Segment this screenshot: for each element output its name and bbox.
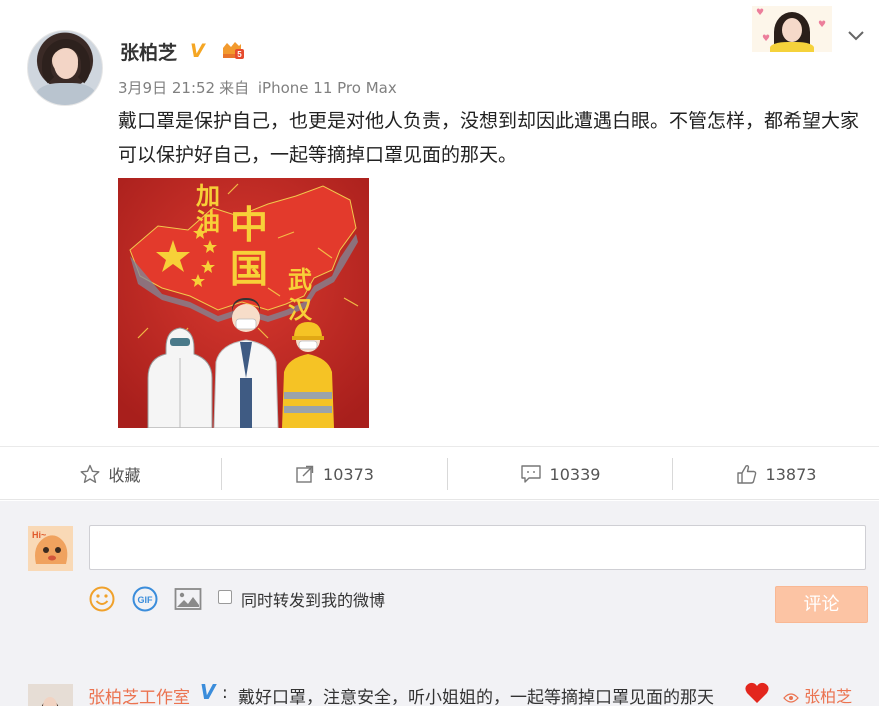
favorite-label: 收藏 xyxy=(108,466,141,485)
comment-mention-tag[interactable]: 张柏芝 xyxy=(783,683,852,706)
star-icon xyxy=(80,464,100,483)
verified-v-icon[interactable]: V xyxy=(190,40,205,62)
commenter-name[interactable]: 张柏芝工作室 xyxy=(88,683,190,706)
svg-text:5: 5 xyxy=(237,50,242,59)
comment-count: 10339 xyxy=(549,464,601,484)
author-name[interactable]: 张柏芝 xyxy=(120,38,177,65)
post-meta: 3月9日 21:52 来自 iPhone 11 Pro Max xyxy=(118,77,401,98)
thumbs-up-icon xyxy=(736,464,756,484)
heart-emoji-icon xyxy=(745,682,769,703)
verified-blue-v-icon: V xyxy=(200,680,216,704)
svg-text:汉: 汉 xyxy=(288,296,313,324)
source-prefix: 来自 xyxy=(219,79,250,97)
post-action-bar: 收藏 10373 10339 13873 xyxy=(0,446,879,500)
repost-button[interactable]: 10373 xyxy=(222,447,447,501)
weibo-post: 张柏芝 V 5 3月9日 21:52 来自 iPhone 11 Pro Max ♥… xyxy=(0,0,879,446)
emoji-icon[interactable] xyxy=(89,586,115,612)
svg-text:Hi~: Hi~ xyxy=(32,530,46,540)
like-count: 13873 xyxy=(765,464,817,484)
comment-text: 戴好口罩，注意安全，听小姐姐的，一起等摘掉口罩见面的那天 xyxy=(238,688,714,706)
comment-icon xyxy=(520,465,541,483)
author-avatar[interactable] xyxy=(27,30,103,106)
forward-checkbox[interactable] xyxy=(218,590,232,604)
poster-text-jiayou-1: 加 xyxy=(196,182,220,210)
like-button[interactable]: 13873 xyxy=(673,447,879,501)
svg-text:油: 油 xyxy=(196,208,220,236)
corner-profile-image[interactable]: ♥ ♥ ♥ xyxy=(752,6,832,52)
repost-icon xyxy=(296,465,314,483)
favorite-button[interactable]: 收藏 xyxy=(0,447,221,501)
post-text: 戴口罩是保护自己，也更是对他人负责，没想到却因此遭遇白眼。不管怎样，都希望大家可… xyxy=(118,110,860,166)
chevron-down-icon[interactable] xyxy=(846,25,866,45)
post-source: iPhone 11 Pro Max xyxy=(257,79,397,97)
comment-item: 张柏芝工作室 V : 戴好口罩，注意安全，听小姐姐的，一起等摘掉口罩见面的那天 … xyxy=(0,672,879,706)
my-avatar[interactable]: Hi~ xyxy=(28,526,73,571)
svg-text:中: 中 xyxy=(230,203,268,247)
svg-text:国: 国 xyxy=(230,247,268,291)
forward-label[interactable]: 同时转发到我的微博 xyxy=(241,587,385,611)
submit-comment-button[interactable]: 评论 xyxy=(775,586,868,623)
gif-icon[interactable]: GIF xyxy=(132,586,158,612)
eye-icon xyxy=(783,692,799,703)
comment-input[interactable] xyxy=(89,525,866,570)
vip-crown-icon[interactable]: 5 xyxy=(221,40,245,60)
repost-count: 10373 xyxy=(323,464,374,484)
image-icon[interactable] xyxy=(174,586,202,612)
mention-name: 张柏芝 xyxy=(804,687,853,706)
post-timestamp[interactable]: 3月9日 21:52 xyxy=(118,79,215,97)
svg-text:GIF: GIF xyxy=(138,595,154,605)
post-image[interactable]: 加 油 中 国 武 汉 xyxy=(118,178,369,428)
svg-text:武: 武 xyxy=(288,266,312,294)
commenter-avatar[interactable] xyxy=(28,684,73,706)
comment-button[interactable]: 10339 xyxy=(448,447,672,501)
comment-colon: : xyxy=(222,683,228,703)
